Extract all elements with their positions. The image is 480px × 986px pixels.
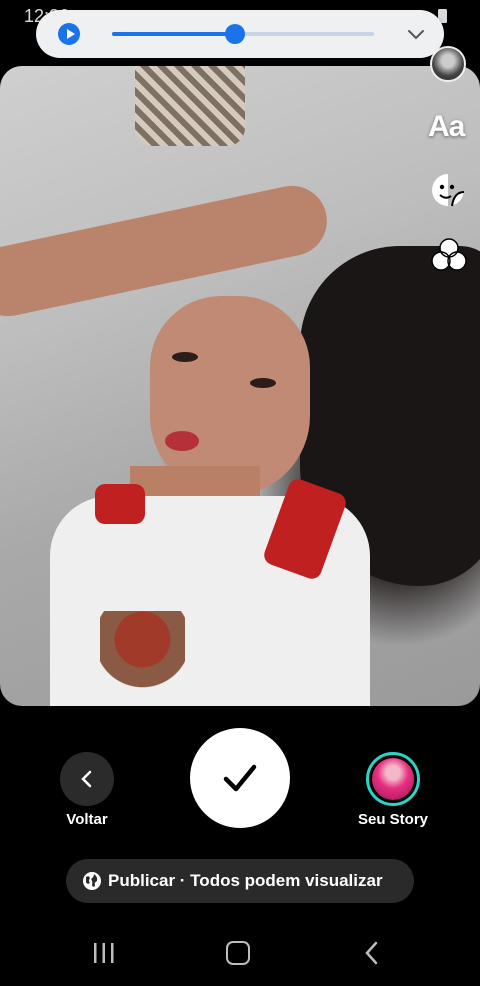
system-navigation-bar [0,920,480,986]
effects-icon[interactable] [430,236,468,274]
your-story-label: Seu Story [357,811,429,828]
recent-apps-icon[interactable] [92,942,116,964]
confirm-button[interactable] [190,728,290,828]
audio-seek-bar[interactable] [112,24,374,44]
text-tool-button[interactable]: Aa [428,110,465,144]
photo-eye [172,352,198,362]
audio-player [36,10,444,58]
your-story-avatar[interactable] [366,752,420,806]
chevron-down-icon[interactable] [406,24,426,44]
photo-arm [0,179,334,323]
audio-seek-thumb[interactable] [225,24,246,44]
story-photo[interactable] [0,66,480,706]
photo-shirt-print [100,611,185,706]
photo-pillow [135,66,245,146]
back-label: Voltar [66,811,108,828]
back-button[interactable] [60,752,114,806]
publish-audience-text: Publicar · Todos podem visualizar [108,871,383,890]
chevron-left-icon [81,770,92,788]
checkmark-icon [223,764,257,792]
photo-strap [95,484,145,524]
photo-lips [165,431,199,451]
nav-back-icon[interactable] [362,941,382,965]
home-icon[interactable] [226,941,250,965]
play-icon[interactable] [58,23,80,45]
audio-progress-fill [112,32,236,36]
profile-avatar[interactable] [430,46,466,82]
photo-eye [250,378,276,388]
globe-icon [83,872,101,890]
publish-audience-button[interactable]: Publicar · Todos podem visualizar [66,859,414,903]
sticker-icon[interactable] [430,172,466,208]
